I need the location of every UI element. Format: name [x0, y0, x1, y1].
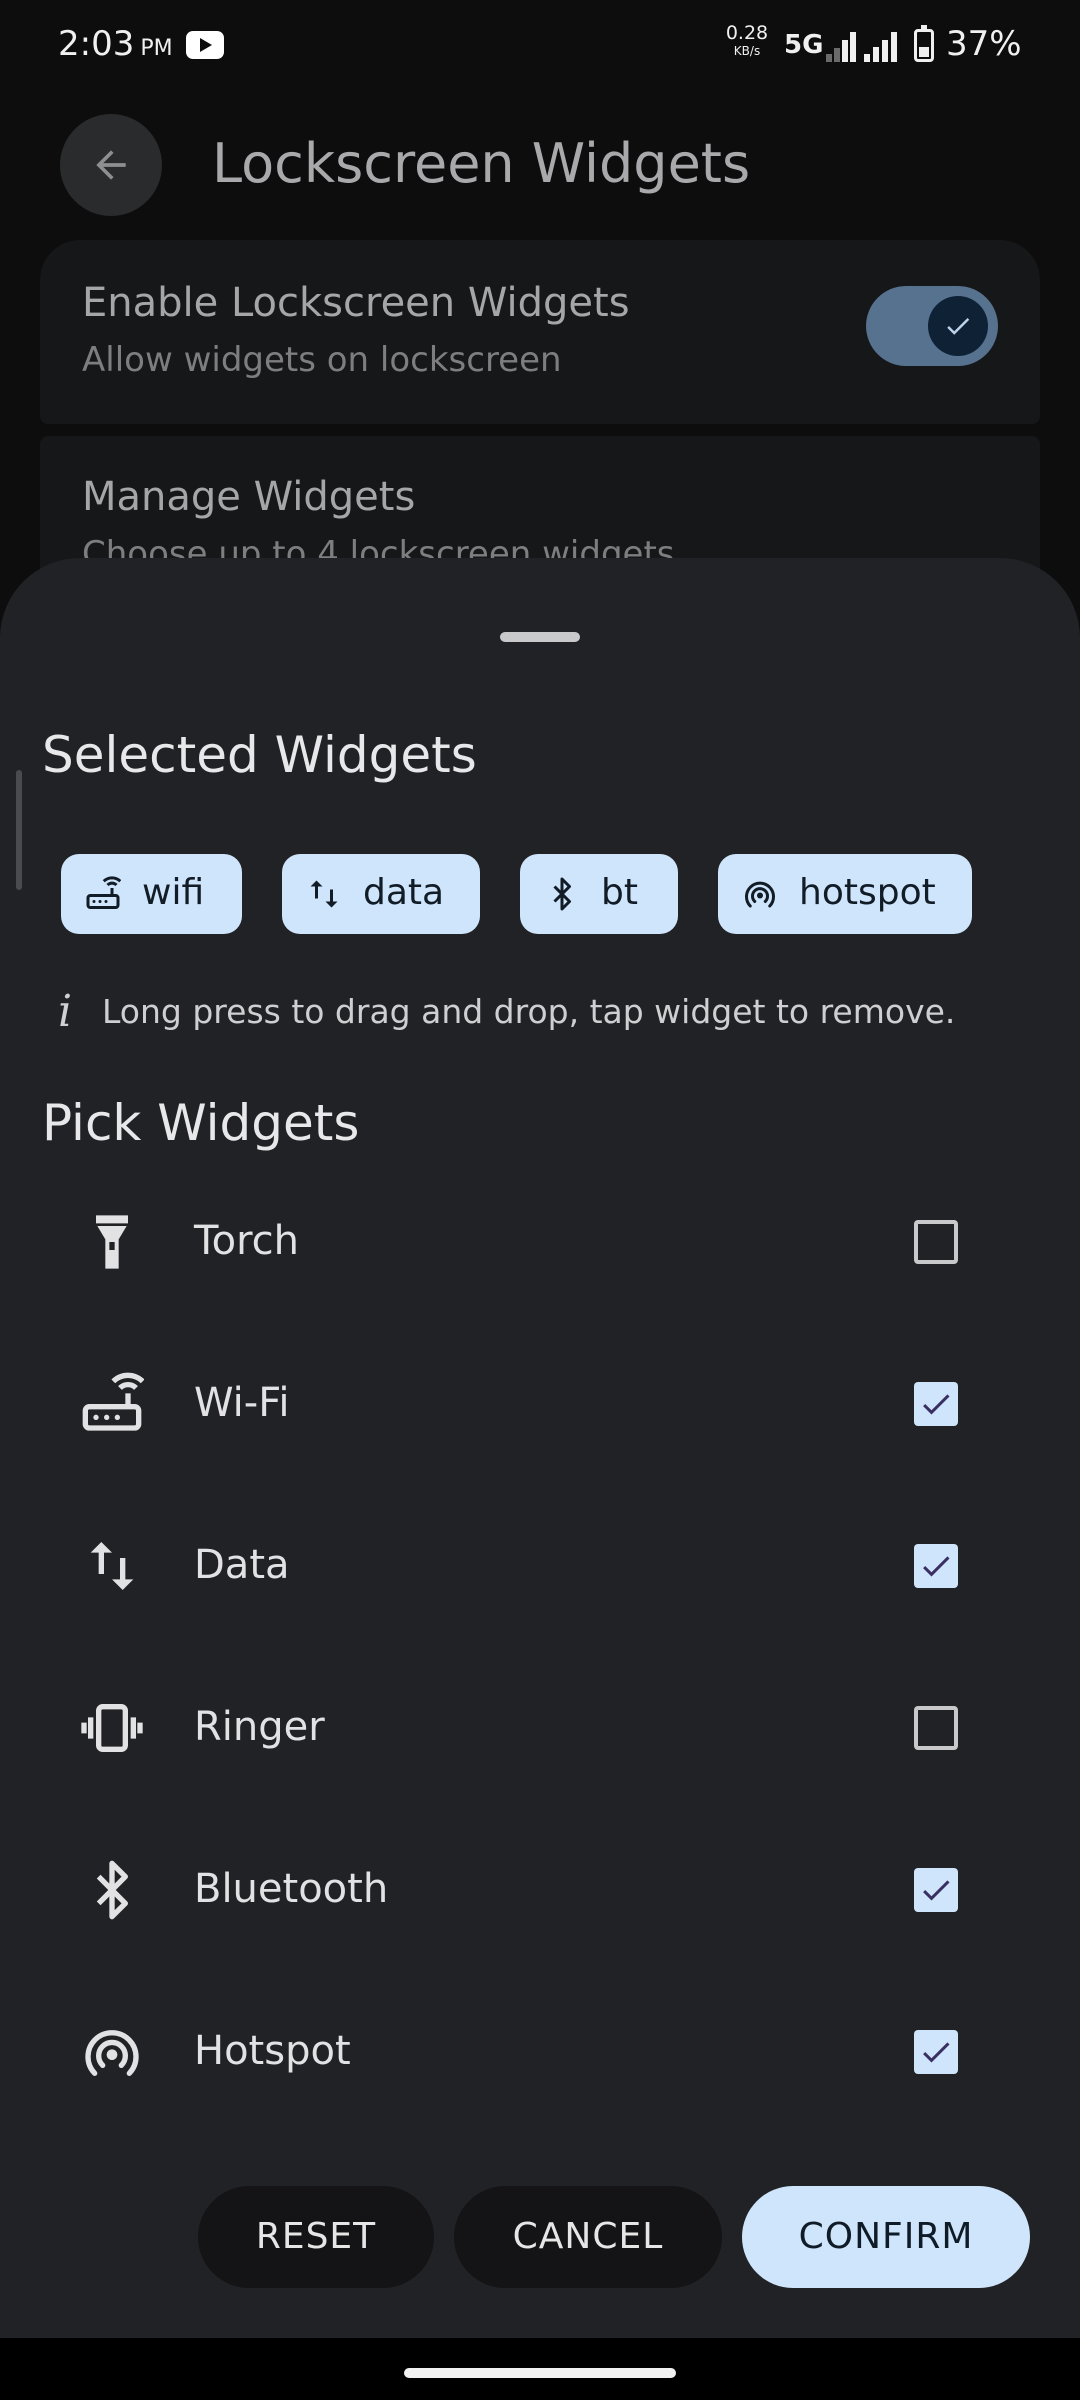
checkbox-bluetooth[interactable]	[914, 1868, 958, 1912]
back-button[interactable]	[60, 114, 162, 216]
item-label: Data	[194, 1542, 290, 1588]
item-label: Wi-Fi	[194, 1380, 290, 1426]
item-label: Ringer	[194, 1704, 325, 1750]
hotspot-icon	[745, 881, 775, 908]
hotspot-icon	[85, 2030, 139, 2076]
list-item-ringer[interactable]: Ringer	[0, 1668, 1080, 1788]
list-item-bluetooth[interactable]: Bluetooth	[0, 1830, 1080, 1950]
chip-label: hotspot	[799, 872, 936, 913]
confirm-button[interactable]: CONFIRM	[742, 2186, 1030, 2288]
signal-icon-2	[864, 30, 904, 62]
info-icon: i	[58, 986, 73, 1037]
page-title: Lockscreen Widgets	[212, 132, 751, 195]
check-icon	[923, 1556, 950, 1577]
manage-widgets-title: Manage Widgets	[82, 474, 416, 520]
check-icon	[923, 2042, 950, 2063]
signal-icon-1	[826, 30, 856, 62]
router-icon	[82, 1372, 144, 1431]
chip-label: data	[363, 872, 445, 913]
chip-wifi[interactable]: wifi	[61, 854, 242, 934]
list-item-wifi[interactable]: Wi-Fi	[0, 1344, 1080, 1464]
checkbox-ringer[interactable]	[914, 1706, 958, 1750]
navigation-bar	[0, 2338, 1080, 2400]
home-gesture-pill[interactable]	[404, 2368, 676, 2378]
status-time: 2:03 PM	[58, 24, 173, 64]
hint-text: Long press to drag and drop, tap widget …	[102, 992, 956, 1031]
drag-handle[interactable]	[500, 632, 580, 642]
scrollbar[interactable]	[16, 770, 22, 890]
torch-icon	[96, 1215, 128, 1269]
toggle-knob	[928, 296, 988, 356]
status-bar: 2:03 PM 0.28 KB/s 5G 37%	[0, 0, 1080, 92]
check-icon	[923, 1394, 950, 1415]
bluetooth-icon	[553, 877, 571, 911]
checkbox-wifi[interactable]	[914, 1382, 958, 1426]
selected-widgets-heading: Selected Widgets	[42, 726, 477, 784]
data-arrows-icon	[90, 1542, 134, 1590]
chip-data[interactable]: data	[282, 854, 480, 934]
list-item-hotspot[interactable]: Hotspot	[0, 1992, 1080, 2112]
router-icon	[86, 876, 121, 909]
list-item-torch[interactable]: Torch	[0, 1182, 1080, 1302]
chip-label: bt	[601, 872, 638, 913]
chip-label: wifi	[142, 872, 205, 913]
widget-picker-sheet: Selected Widgets wifi data bt hotspot i …	[0, 558, 1080, 2338]
network-type: 5G	[784, 30, 824, 60]
arrow-back-icon	[96, 150, 126, 180]
battery-level: 37%	[946, 24, 1022, 64]
lockscreen-widgets-screen: Lockscreen Widgets Enable Lockscreen Wid…	[0, 92, 1080, 636]
check-icon	[923, 1880, 950, 1901]
check-icon	[947, 318, 970, 335]
pick-widgets-heading: Pick Widgets	[42, 1094, 360, 1152]
checkbox-data[interactable]	[914, 1544, 958, 1588]
vibrate-icon	[81, 1704, 143, 1752]
chip-bt[interactable]: bt	[520, 854, 678, 934]
enable-widgets-subtitle: Allow widgets on lockscreen	[82, 340, 562, 380]
item-label: Bluetooth	[194, 1866, 389, 1912]
item-label: Hotspot	[194, 2028, 351, 2074]
chip-hotspot[interactable]: hotspot	[718, 854, 972, 934]
enable-widgets-toggle[interactable]	[866, 286, 998, 366]
battery-icon	[914, 25, 934, 62]
list-item-data[interactable]: Data	[0, 1506, 1080, 1626]
enable-widgets-title: Enable Lockscreen Widgets	[82, 280, 630, 326]
item-label: Torch	[194, 1218, 300, 1264]
reset-button[interactable]: RESET	[198, 2186, 434, 2288]
enable-widgets-card[interactable]: Enable Lockscreen Widgets Allow widgets …	[40, 240, 1040, 424]
youtube-notification-icon	[186, 31, 224, 59]
bluetooth-icon	[96, 1860, 128, 1920]
cancel-button[interactable]: CANCEL	[454, 2186, 722, 2288]
network-speed: 0.28 KB/s	[725, 22, 769, 58]
checkbox-hotspot[interactable]	[914, 2030, 958, 2074]
checkbox-torch[interactable]	[914, 1220, 958, 1264]
data-arrows-icon	[310, 880, 338, 908]
